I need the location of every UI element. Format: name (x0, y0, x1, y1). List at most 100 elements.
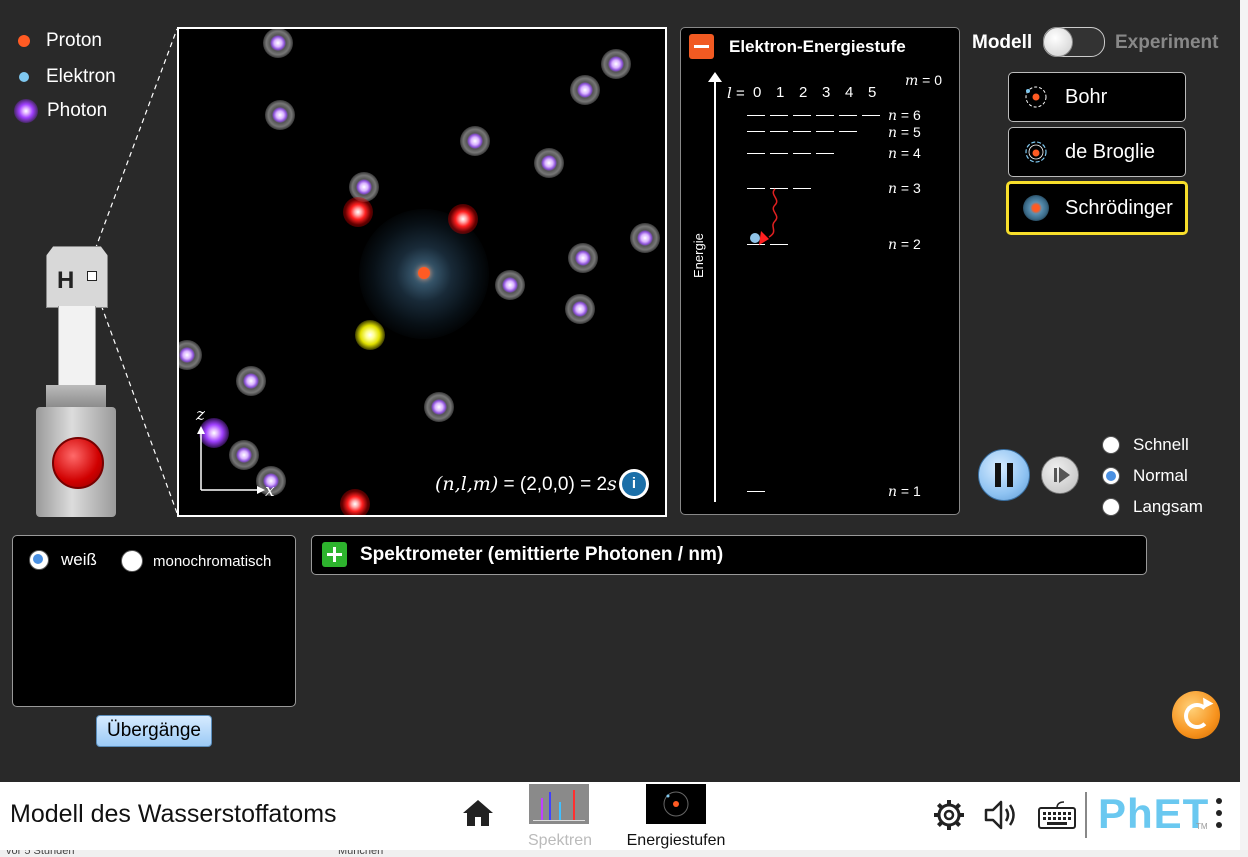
level-line (839, 115, 857, 116)
reset-all-button[interactable] (1172, 691, 1220, 739)
nucleus-proton (418, 267, 430, 279)
home-icon[interactable] (462, 798, 494, 828)
radio-white[interactable] (29, 550, 49, 570)
lamp-fire-button[interactable] (52, 437, 104, 489)
speed-option-normal[interactable]: Normal (1102, 466, 1188, 486)
level-line (793, 188, 811, 189)
level-line (816, 153, 834, 154)
l-value: 0 (753, 84, 762, 101)
level-line (770, 153, 788, 154)
info-icon: i (622, 472, 646, 496)
lamp-collar (46, 385, 106, 409)
hydrogen-label: H (57, 267, 75, 294)
radio-schnell[interactable] (1102, 436, 1120, 454)
speed-label: Schnell (1133, 435, 1189, 454)
photon (565, 294, 595, 324)
photon (179, 340, 202, 370)
state-orbital: s (607, 473, 617, 495)
level-line (747, 131, 765, 132)
underlying-page-strip (0, 850, 1248, 857)
phet-trademark: TM (1196, 822, 1208, 831)
axis-x-label: x (265, 481, 275, 501)
level-line (793, 153, 811, 154)
light-mono-label: monochromatisch (153, 552, 272, 570)
l-value: 5 (868, 84, 877, 101)
model-bohr-button[interactable]: Bohr (1008, 72, 1186, 122)
l-value: 4 (845, 84, 854, 101)
spectrometer-panel: Spektrometer (emittierte Photonen / nm) (311, 535, 1147, 575)
phet-logo[interactable]: PhET (1098, 790, 1209, 838)
tab-energiestufen[interactable]: Energiestufen (624, 784, 728, 850)
photon (601, 49, 631, 79)
level-line (793, 115, 811, 116)
model-bohr-label: Bohr (1065, 86, 1108, 108)
m-symbol: m (905, 73, 919, 89)
nav-divider (1085, 792, 1087, 838)
tab-spektren[interactable]: Spektren (528, 784, 592, 850)
transitions-button[interactable]: Übergänge (96, 715, 212, 747)
level-label-n5: n = 5 (888, 124, 921, 141)
step-forward-button[interactable] (1041, 456, 1079, 494)
l-value: 1 (776, 84, 785, 101)
spektren-thumbnail (529, 784, 589, 824)
sound-icon[interactable] (983, 798, 1021, 832)
quantum-state-readout: (n,l,m) = (2,0,0) = 2s (435, 473, 617, 496)
window-edge (1240, 0, 1248, 857)
radio-normal[interactable] (1102, 467, 1120, 485)
toggle-knob[interactable] (1043, 27, 1073, 57)
level-line (793, 131, 811, 132)
bohr-icon (1025, 86, 1047, 108)
energiestufen-thumbnail (646, 784, 706, 824)
radio-monochromatic[interactable] (121, 550, 143, 572)
state-vars: (n,l,m) (435, 473, 499, 495)
energy-panel-title: Elektron-Energiestufe (729, 37, 906, 56)
photon (495, 270, 525, 300)
photon-red (343, 197, 373, 227)
photon-red (448, 204, 478, 234)
more-options-icon[interactable] (1216, 798, 1222, 834)
lamp-aperture (87, 271, 97, 281)
speed-option-schnell[interactable]: Schnell (1102, 435, 1189, 455)
level-line (747, 491, 765, 492)
level-line (839, 131, 857, 132)
experiment-label: Experiment (1115, 32, 1219, 53)
step-arrow-icon (1059, 467, 1070, 483)
level-line (816, 115, 834, 116)
level-line (770, 115, 788, 116)
level-label-n1: n = 1 (888, 483, 921, 500)
lamp-neck (58, 306, 96, 386)
model-schroedinger-button[interactable]: Schrödinger (1006, 181, 1188, 235)
info-button[interactable]: i (619, 469, 649, 499)
electron-marker (750, 233, 760, 243)
photon (630, 223, 660, 253)
speed-option-langsam[interactable]: Langsam (1102, 497, 1203, 517)
level-line (747, 115, 765, 116)
photon (265, 100, 295, 130)
photon (570, 75, 600, 105)
photon (460, 126, 490, 156)
model-debroglie-label: de Broglie (1065, 141, 1156, 163)
light-white-option[interactable]: weiß (29, 550, 97, 570)
navigation-bar: Modell des Wasserstoffatoms Spektren Ene… (0, 782, 1240, 850)
gear-icon[interactable] (932, 798, 966, 832)
energy-level-panel: Elektron-Energiestufe Energie l = 0 1 2 … (680, 27, 960, 515)
speed-label: Langsam (1133, 497, 1203, 516)
atom-view: z x (n,l,m) = (2,0,0) = 2s i (177, 27, 667, 517)
model-schroedinger-label: Schrödinger (1065, 197, 1173, 219)
light-white-label: weiß (61, 550, 97, 569)
axis-z-label: z (196, 405, 205, 425)
radio-langsam[interactable] (1102, 498, 1120, 516)
expand-spectrometer-button[interactable] (322, 542, 347, 567)
light-mono-option[interactable]: monochromatisch (121, 550, 271, 572)
keyboard-icon[interactable] (1038, 800, 1076, 830)
photon (568, 243, 598, 273)
model-debroglie-button[interactable]: de Broglie (1008, 127, 1186, 177)
l-equals: = (731, 85, 745, 102)
level-line (816, 131, 834, 132)
photon-emission-squiggle (759, 188, 778, 245)
collapse-energy-button[interactable] (689, 34, 714, 59)
level-line (770, 131, 788, 132)
level-label-n2: n = 2 (888, 236, 921, 253)
pause-button[interactable] (978, 449, 1030, 501)
photon-red (340, 489, 370, 515)
